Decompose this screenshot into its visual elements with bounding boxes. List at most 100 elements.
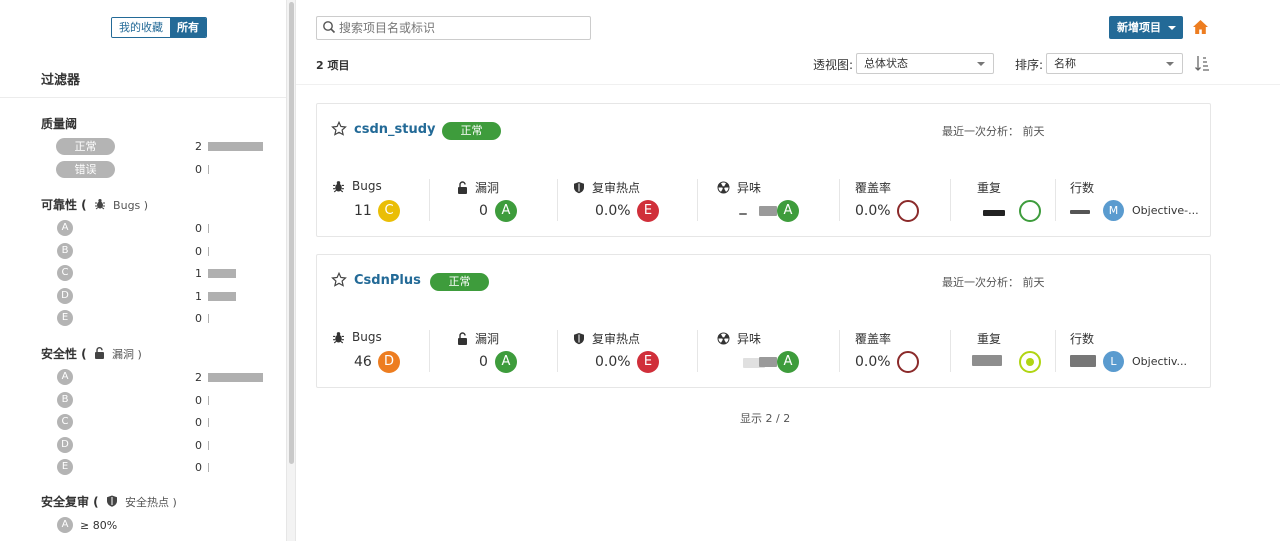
divider bbox=[557, 330, 558, 372]
sort-select[interactable]: 名称 bbox=[1046, 53, 1183, 74]
perspective-select[interactable]: 总体状态 bbox=[856, 53, 994, 74]
radiation-icon bbox=[717, 332, 730, 345]
divider bbox=[1055, 330, 1056, 372]
divider bbox=[839, 330, 840, 372]
reliability-title: 可靠性 ( Bugs ) bbox=[41, 196, 148, 213]
filter-bar bbox=[208, 314, 209, 323]
status-pill: 错误 bbox=[56, 161, 115, 178]
filter-row-review-a[interactable]: A ≥ 80% bbox=[0, 516, 286, 536]
redacted-value bbox=[972, 355, 1002, 366]
rating-circle: D bbox=[57, 436, 73, 453]
rating-circle: E bbox=[57, 310, 73, 326]
security-filter-row-a[interactable]: A2 bbox=[0, 368, 286, 388]
rating-circle: C bbox=[57, 265, 73, 281]
project-name-link[interactable]: csdn_study bbox=[354, 122, 436, 137]
favorites-tab[interactable]: 我的收藏 bbox=[112, 18, 170, 37]
home-icon[interactable] bbox=[1192, 19, 1209, 35]
rating-circle: C bbox=[57, 414, 73, 430]
reliability-title-text: 可靠性 ( bbox=[41, 198, 87, 212]
threshold-label: ≥ 80% bbox=[80, 519, 118, 532]
security-filter-row-b[interactable]: B0 bbox=[0, 391, 286, 411]
reliability-filter-row-d[interactable]: D1 bbox=[0, 287, 286, 307]
coverage-value: 0.0% bbox=[855, 203, 891, 219]
sort-value: 名称 bbox=[1054, 57, 1076, 70]
filter-row-quality-ok[interactable]: 正常 2 bbox=[0, 137, 286, 157]
security-review-title-sub: 安全热点 ) bbox=[125, 496, 177, 509]
duplications-ring-icon bbox=[1019, 200, 1041, 222]
filter-bar bbox=[208, 165, 209, 174]
search-box[interactable] bbox=[316, 16, 591, 40]
all-tab[interactable]: 所有 bbox=[170, 18, 206, 37]
coverage-label: 覆盖率 bbox=[855, 332, 892, 346]
project-name-link[interactable]: CsdnPlus bbox=[354, 273, 421, 288]
redacted-value bbox=[1070, 210, 1090, 214]
lock-icon bbox=[94, 347, 104, 359]
lines-label: 行数 bbox=[1070, 181, 1095, 195]
reliability-filter-row-c[interactable]: C1 bbox=[0, 264, 286, 284]
reliability-filter-row-a[interactable]: A0 bbox=[0, 219, 286, 239]
security-title: 安全性 ( 漏洞 ) bbox=[41, 345, 142, 362]
search-input[interactable] bbox=[339, 19, 584, 37]
sidebar-scrollbar[interactable] bbox=[287, 0, 296, 541]
filter-count: 0 bbox=[195, 393, 202, 407]
security-filter-row-c[interactable]: C0 bbox=[0, 413, 286, 433]
rating-circle: B bbox=[57, 242, 73, 259]
filter-count: 1 bbox=[195, 267, 202, 280]
code-smells-label: 异味 bbox=[737, 181, 762, 195]
last-analysis: 最近一次分析： 前天 bbox=[942, 276, 1045, 289]
coverage-label: 覆盖率 bbox=[855, 181, 892, 195]
reliability-filter-row-e[interactable]: E0 bbox=[0, 309, 286, 329]
security-filter-row-d[interactable]: D0 bbox=[0, 436, 286, 456]
metric-label: 复审热点 bbox=[573, 330, 640, 347]
redacted-value bbox=[1070, 355, 1096, 367]
divider bbox=[1055, 179, 1056, 221]
duplications-label: 重复 bbox=[977, 181, 1002, 195]
filter-count: 0 bbox=[195, 438, 202, 452]
metric-label: 复审热点 bbox=[573, 179, 640, 196]
status-badge: 正常 bbox=[442, 122, 501, 140]
metric-label: 漏洞 bbox=[457, 330, 499, 347]
language-name: Objectiv... bbox=[1132, 355, 1188, 368]
project-card: CsdnPlus 正常 最近一次分析： 前天 Bugs 46 D 漏洞 0 A … bbox=[316, 254, 1211, 388]
filter-row-quality-error[interactable]: 错误 0 bbox=[0, 160, 286, 180]
sort-ascending-icon[interactable] bbox=[1194, 55, 1210, 72]
filter-bar bbox=[208, 224, 209, 233]
bugs-rating: C bbox=[378, 200, 400, 222]
radiation-icon bbox=[717, 181, 730, 194]
scrollbar-thumb[interactable] bbox=[289, 2, 294, 464]
new-project-label: 新增项目 bbox=[1117, 21, 1161, 34]
rating-circle: A bbox=[57, 369, 73, 385]
shield-icon bbox=[574, 182, 584, 194]
security-filter-row-e[interactable]: E0 bbox=[0, 458, 286, 478]
unlock-icon bbox=[458, 332, 467, 345]
metric-label: 异味 bbox=[717, 179, 761, 196]
hotspots-value: 0.0% bbox=[595, 354, 631, 370]
divider bbox=[557, 179, 558, 221]
reliability-filter-row-b[interactable]: B0 bbox=[0, 242, 286, 262]
filter-count: 0 bbox=[195, 312, 202, 325]
filter-count: 2 bbox=[195, 371, 202, 384]
redacted-value bbox=[759, 206, 777, 216]
favorite-star-icon[interactable] bbox=[331, 121, 347, 137]
vulnerabilities-label: 漏洞 bbox=[475, 181, 500, 195]
app: 我的收藏 所有 过滤器 质量阈 正常 2 错误 0 可靠性 ( Bugs ) A… bbox=[0, 0, 1280, 541]
rating-circle: E bbox=[57, 459, 73, 475]
new-project-button[interactable]: 新增项目 bbox=[1109, 16, 1183, 39]
hotspots-value: 0.0% bbox=[595, 203, 631, 219]
code-smells-rating: A bbox=[777, 351, 799, 373]
bug-icon bbox=[333, 331, 344, 343]
divider bbox=[697, 179, 698, 221]
favorite-star-icon[interactable] bbox=[331, 272, 347, 288]
filter-count: 0 bbox=[195, 416, 202, 429]
bugs-label: Bugs bbox=[352, 330, 382, 344]
redacted-value bbox=[983, 210, 1005, 216]
filter-count: 2 bbox=[195, 140, 202, 153]
divider bbox=[950, 330, 951, 372]
last-analysis: 最近一次分析： 前天 bbox=[942, 125, 1045, 138]
filter-bar bbox=[208, 418, 209, 427]
bugs-label: Bugs bbox=[352, 179, 382, 193]
filter-bar bbox=[208, 142, 263, 151]
language-name: Objective-... bbox=[1132, 204, 1199, 217]
coverage-ring-icon bbox=[897, 200, 919, 222]
metric-label: 漏洞 bbox=[457, 179, 499, 196]
